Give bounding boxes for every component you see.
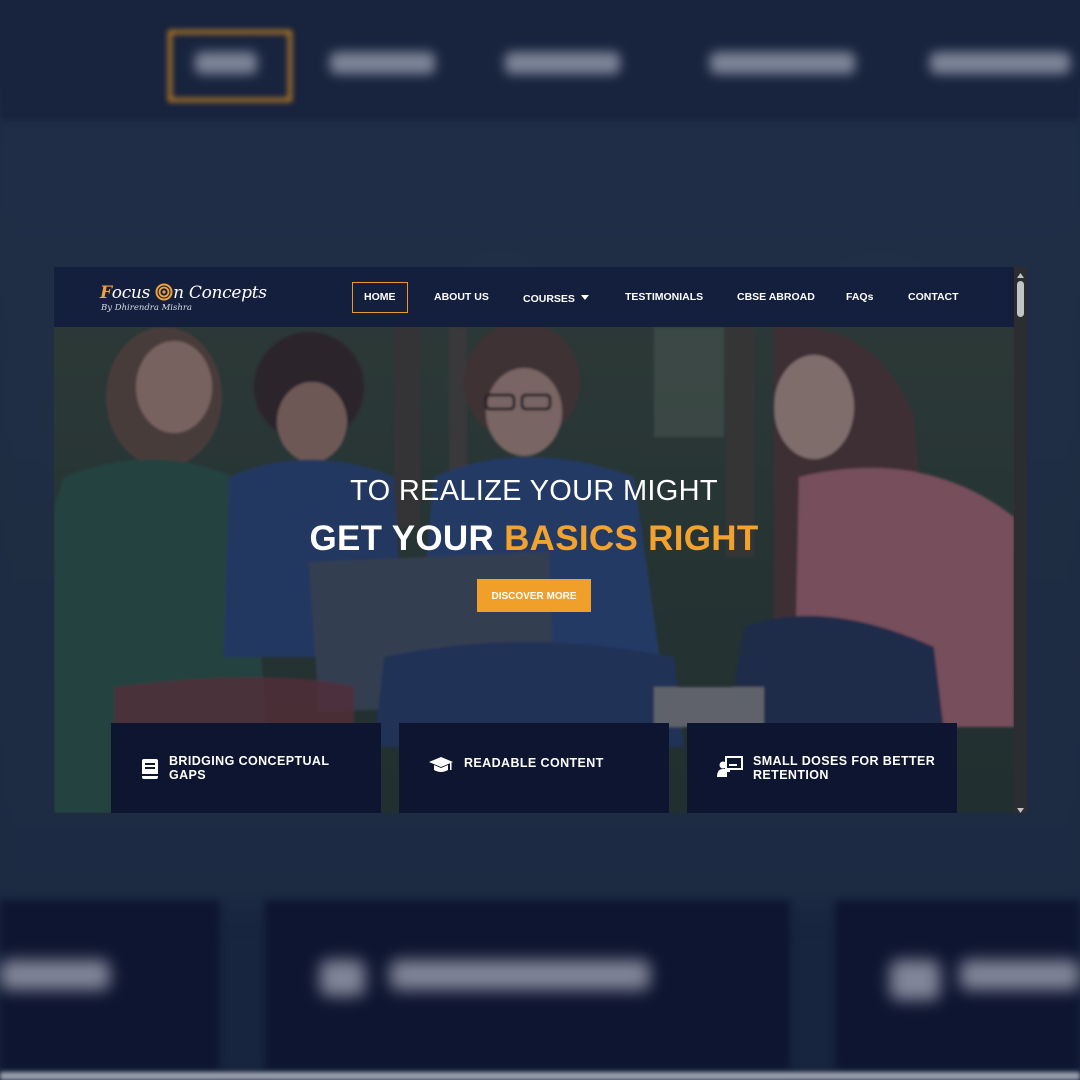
nav-testimonials[interactable]: TESTIMONIALS <box>625 282 703 313</box>
scroll-up-arrow-icon[interactable] <box>1014 267 1027 279</box>
scrollbar-thumb[interactable] <box>1017 281 1024 317</box>
caret-down-icon <box>580 282 589 313</box>
backdrop-card-icon <box>890 960 940 1000</box>
logo-wordmark: Focus n Concepts <box>100 283 267 303</box>
website-viewport: Focus n Concepts By Dhirendra Mishra HOM… <box>54 267 1014 813</box>
feature-label: BRIDGING CONCEPTUAL GAPS <box>169 754 330 782</box>
backdrop-card-text <box>390 960 650 990</box>
backdrop-nav-item <box>710 52 855 74</box>
feature-label: READABLE CONTENT <box>464 756 604 770</box>
backdrop-nav-item <box>330 52 435 74</box>
site-navbar: Focus n Concepts By Dhirendra Mishra HOM… <box>54 267 1014 327</box>
vertical-scrollbar[interactable] <box>1014 267 1027 813</box>
graduation-cap-icon <box>429 755 453 777</box>
nav-contact[interactable]: CONTACT <box>908 282 959 313</box>
nav-home[interactable]: HOME <box>352 282 408 313</box>
target-icon <box>155 283 173 303</box>
feature-card-conceptual-gaps[interactable]: BRIDGING CONCEPTUAL GAPS <box>111 723 381 813</box>
logo-word-concepts: n Concepts <box>173 283 267 303</box>
feature-card-readable-content[interactable]: READABLE CONTENT <box>399 723 669 813</box>
nav-about-us[interactable]: ABOUT US <box>434 282 489 313</box>
hero-title: GET YOUR BASICS RIGHT <box>54 517 1014 561</box>
teacher-board-icon <box>717 755 743 777</box>
backdrop-card-text <box>960 960 1080 990</box>
logo-letter-f: F <box>100 283 112 303</box>
backdrop-navbar <box>0 0 1080 120</box>
hero-subtitle: TO REALIZE YOUR MIGHT <box>350 475 718 507</box>
logo-word-focus: ocus <box>111 283 151 303</box>
feature-card-small-doses[interactable]: SMALL DOSES FOR BETTER RETENTION <box>687 723 957 813</box>
backdrop-card <box>0 900 220 1070</box>
nav-cbse-abroad[interactable]: CBSE ABROAD <box>737 282 815 313</box>
book-icon <box>139 758 161 780</box>
hero-title-orange: BASICS RIGHT <box>504 519 759 558</box>
nav-faqs[interactable]: FAQs <box>846 282 873 313</box>
hero-heading: TO REALIZE YOUR MIGHT GET YOUR BASICS RI… <box>54 473 1014 561</box>
backdrop-card-icon <box>320 960 365 996</box>
backdrop-card <box>835 900 1080 1070</box>
nav-courses[interactable]: COURSES <box>523 282 589 313</box>
hero-title-white: GET YOUR <box>309 519 495 558</box>
scroll-down-arrow-icon[interactable] <box>1014 801 1027 813</box>
feature-label: SMALL DOSES FOR BETTER RETENTION <box>753 754 936 782</box>
backdrop-card <box>265 900 790 1070</box>
site-logo[interactable]: Focus n Concepts By Dhirendra Mishra <box>100 283 267 313</box>
backdrop-bottom-strip <box>0 1072 1080 1080</box>
backdrop-home-box <box>168 30 292 102</box>
logo-tagline: By Dhirendra Mishra <box>101 303 192 313</box>
nav-courses-label: COURSES <box>523 293 575 305</box>
discover-more-button[interactable]: DISCOVER MORE <box>477 579 591 612</box>
backdrop-nav-item <box>930 52 1070 74</box>
backdrop-card-text <box>0 960 110 990</box>
backdrop-nav-item <box>505 52 620 74</box>
browser-window: Focus n Concepts By Dhirendra Mishra HOM… <box>54 267 1027 813</box>
